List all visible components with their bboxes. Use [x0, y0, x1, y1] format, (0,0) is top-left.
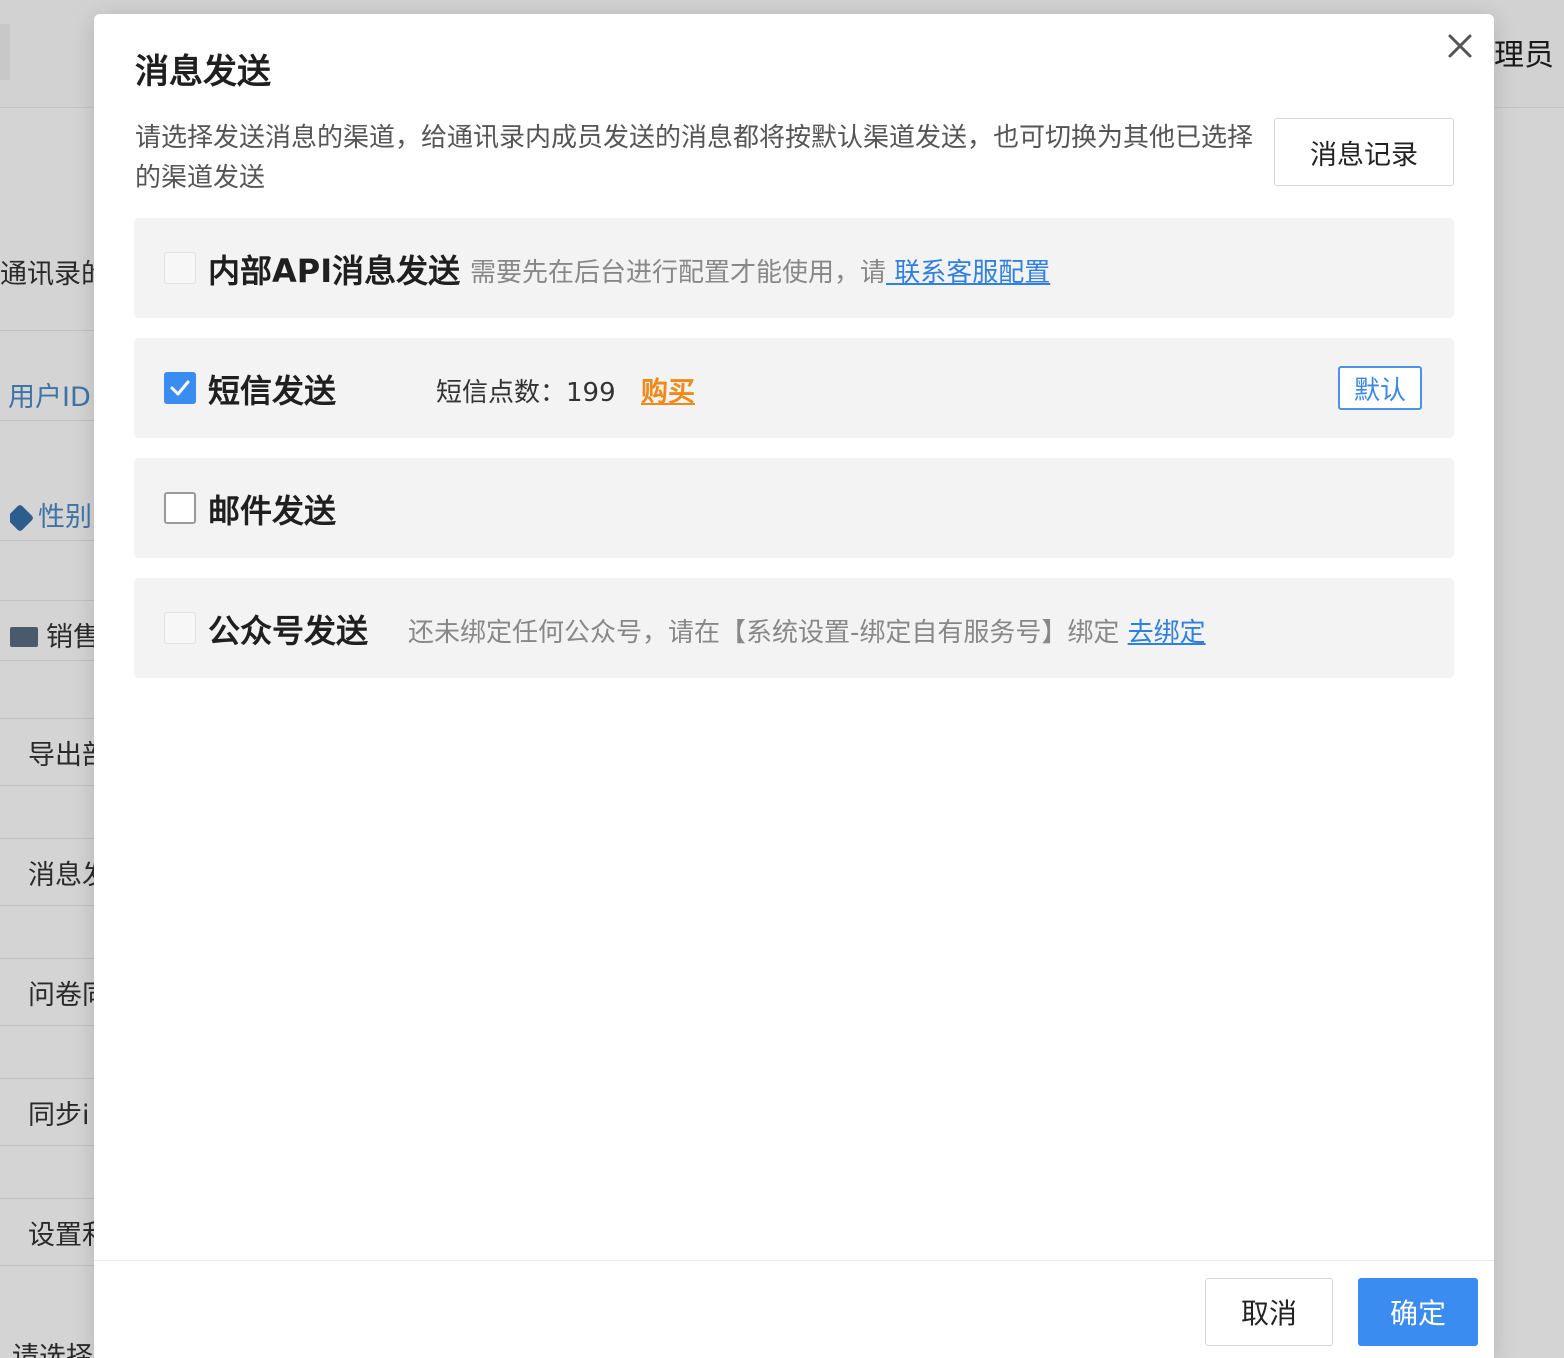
background-row-userid: 用户ID	[8, 382, 91, 413]
message-history-button[interactable]: 消息记录	[1274, 118, 1454, 186]
background-divider	[0, 600, 94, 601]
message-send-dialog: 消息发送 请选择发送消息的渠道，给通讯录内成员发送的消息都将按默认渠道发送，也可…	[94, 14, 1494, 1358]
channel-sms-checkbox[interactable]	[164, 372, 196, 404]
background-divider	[0, 1265, 94, 1266]
background-divider	[0, 1025, 94, 1026]
background-row-select: 请选择	[12, 1342, 93, 1358]
close-icon	[1448, 34, 1472, 58]
background-topbar-stub	[0, 24, 10, 80]
channel-email-checkbox[interactable]	[164, 492, 196, 524]
background-row-sales: 销售	[10, 615, 104, 654]
folder-icon	[10, 627, 38, 647]
channel-official-account: 公众号发送 还未绑定任何公众号，请在【系统设置-绑定自有服务号】绑定 去绑定	[134, 578, 1454, 678]
default-channel-tag[interactable]: 默认	[1338, 366, 1422, 410]
contact-support-link[interactable]: 联系客服配置	[886, 258, 1050, 288]
background-row-gender-label: 性别	[38, 502, 92, 533]
channel-official-account-label: 公众号发送	[208, 612, 369, 650]
background-divider	[0, 1198, 94, 1199]
background-row-sales-label: 销售	[46, 622, 100, 653]
background-divider	[0, 540, 94, 541]
background-divider	[0, 905, 94, 906]
bind-account-link[interactable]: 去绑定	[1128, 618, 1206, 648]
channel-internal-api-checkbox[interactable]	[164, 252, 196, 284]
channel-internal-api: 内部API消息发送 需要先在后台进行配置才能使用，请 联系客服配置	[134, 218, 1454, 318]
channel-official-account-checkbox[interactable]	[164, 612, 196, 644]
channel-email-label: 邮件发送	[208, 492, 337, 530]
sms-points-count: 短信点数：199	[436, 378, 616, 408]
confirm-button[interactable]: 确定	[1358, 1278, 1478, 1346]
background-divider	[0, 1145, 94, 1146]
dialog-title: 消息发送	[135, 52, 271, 92]
background-divider	[0, 330, 94, 331]
footer-divider	[94, 1260, 1494, 1261]
channel-email: 邮件发送	[134, 458, 1454, 558]
background-divider	[0, 838, 94, 839]
background-divider	[0, 958, 94, 959]
background-divider	[0, 660, 94, 661]
close-button[interactable]	[1442, 28, 1478, 64]
background-row-gender: 性别	[10, 495, 104, 534]
background-divider	[0, 718, 94, 719]
channel-sms-label: 短信发送	[208, 372, 337, 410]
channel-internal-api-label: 内部API消息发送	[208, 252, 461, 290]
tag-icon	[10, 503, 35, 533]
cancel-button[interactable]: 取消	[1205, 1278, 1333, 1346]
dialog-description: 请选择发送消息的渠道，给通讯录内成员发送的消息都将按默认渠道发送，也可切换为其他…	[135, 123, 1254, 193]
buy-sms-link[interactable]: 购买	[641, 370, 695, 409]
checkmark-icon	[170, 380, 190, 396]
channel-official-account-note-text: 还未绑定任何公众号，请在【系统设置-绑定自有服务号】绑定	[408, 618, 1120, 648]
background-admin-label: 理员	[1494, 38, 1554, 73]
channel-internal-api-note-text: 需要先在后台进行配置才能使用，请	[470, 258, 887, 288]
background-divider	[0, 1078, 94, 1079]
channel-internal-api-note: 需要先在后台进行配置才能使用，请 联系客服配置	[470, 252, 1050, 289]
background-row-contacts: 通讯录的	[0, 259, 94, 290]
channel-official-account-note: 还未绑定任何公众号，请在【系统设置-绑定自有服务号】绑定 去绑定	[408, 612, 1206, 649]
channel-sms: 短信发送 短信点数：199 购买 默认	[134, 338, 1454, 438]
background-divider	[0, 785, 94, 786]
background-divider	[0, 420, 94, 421]
